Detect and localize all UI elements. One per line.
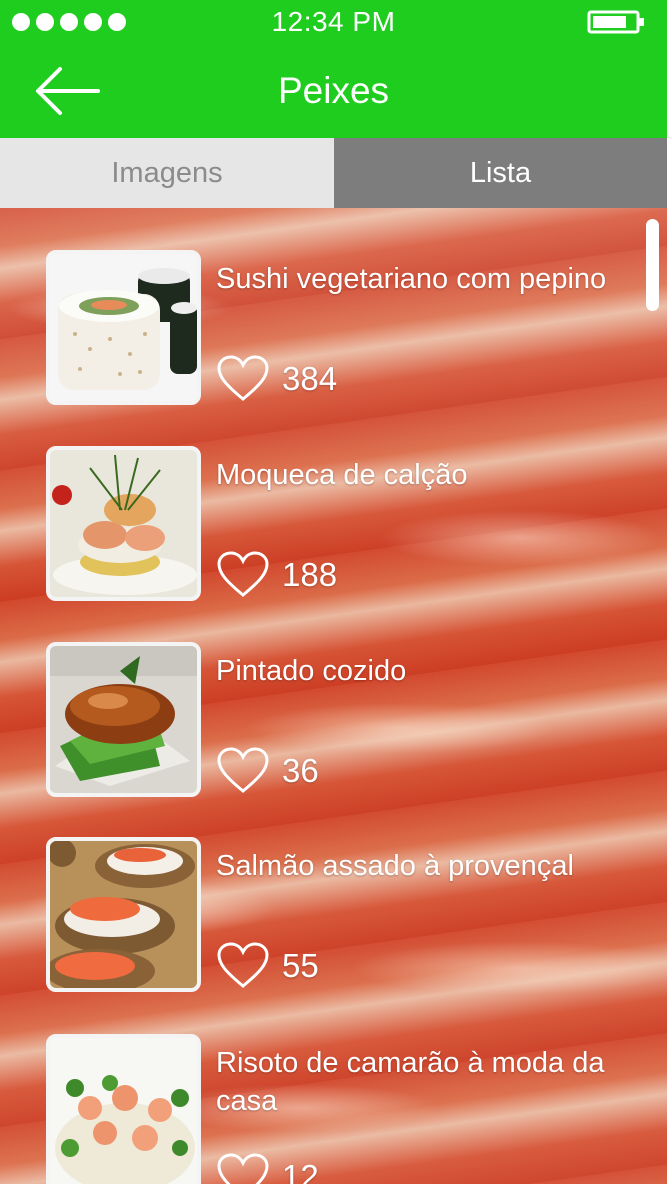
recipe-thumbnail [46,837,201,992]
recipe-thumbnail [46,446,201,601]
likes: 36 [216,746,319,796]
view-tabs: Imagens Lista [0,138,667,208]
app-header: 12:34 PM Peixes [0,0,667,138]
recipe-name: Sushi vegetariano com pepino [216,263,607,295]
status-time: 12:34 PM [271,6,396,37]
tab-imagens[interactable]: Imagens [0,138,334,208]
shrimp-dish-image [50,450,197,597]
like-count: 36 [282,752,319,789]
heart-icon[interactable] [216,551,270,599]
like-count: 12 [282,1158,319,1184]
likes: 55 [216,941,319,991]
like-count: 188 [282,556,338,593]
recipe-thumbnail [46,250,201,405]
list-item[interactable]: Sushi vegetariano com pepino 384 [46,250,646,406]
recipe-thumbnail [46,642,201,797]
likes: 384 [216,354,337,404]
risotto-image [50,1038,197,1184]
battery-icon [587,10,645,34]
status-bar: 12:34 PM [0,0,667,46]
heart-icon[interactable] [216,747,270,795]
list-item[interactable]: Moqueca de calção 188 [46,446,646,602]
recipe-name: Salmão assado à provençal [216,850,574,882]
list-item[interactable]: Salmão assado à provençal 55 [46,837,646,993]
salmon-canape-image [50,841,197,988]
heart-icon[interactable] [216,1153,270,1184]
like-count: 384 [282,360,338,397]
tab-lista[interactable]: Lista [334,138,667,208]
like-count: 55 [282,947,319,984]
recipe-name: Risoto de camarão à moda da casa [216,1047,605,1117]
likes: 12 [216,1152,319,1184]
recipe-name: Moqueca de calção [216,459,468,491]
scrollbar[interactable] [646,219,659,311]
likes: 188 [216,550,337,600]
heart-icon[interactable] [216,355,270,403]
list-item[interactable]: Risoto de camarão à moda da casa 12 [46,1034,646,1184]
recipe-name: Pintado cozido [216,655,407,687]
fish-dish-image [50,646,197,793]
page-title: Peixes [277,70,390,111]
recipe-thumbnail [46,1034,201,1184]
sushi-image [50,254,197,401]
heart-icon[interactable] [216,942,270,990]
list-item[interactable]: Pintado cozido 36 [46,642,646,798]
